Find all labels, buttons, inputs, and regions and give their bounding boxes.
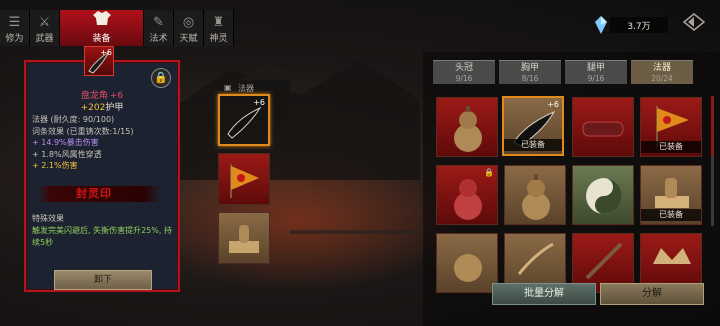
currency-display: 3.7万 [595, 16, 668, 34]
lock-icon: 🔒 [484, 168, 494, 177]
seal-banner: 封灵印 [38, 186, 162, 202]
tab-artifact[interactable]: 法器 20/24 [631, 60, 693, 84]
affix-damage: + 2.1%伤害 [32, 161, 78, 170]
inventory-slot[interactable]: 已装备 [640, 165, 702, 225]
taiji-icon [586, 178, 622, 214]
inventory-slot[interactable] [436, 97, 498, 157]
tab-legs[interactable]: 腿甲 9/16 [565, 60, 627, 84]
equipped-slot-horn[interactable]: +6 [218, 94, 270, 146]
inventory-scrollbar[interactable] [711, 96, 714, 226]
special-title: 特殊效果 [32, 214, 64, 223]
equipped-label: 已装备 [641, 141, 701, 153]
back-icon[interactable] [682, 12, 706, 32]
armor-value: +202护甲 [80, 103, 124, 113]
inventory-slot[interactable] [436, 233, 498, 293]
gauntlet-icon [582, 121, 624, 137]
detail-item-icon: +6 [84, 46, 114, 76]
top-nav: ☰ 修为 ⚔ 武器 装备 ✎ 法术 ◎ 天赋 ♜ 神灵 [0, 10, 234, 46]
gourd-icon [454, 254, 482, 282]
equipped-slot-banner[interactable] [218, 153, 270, 205]
affix-wind: + 1.8%风属性穿透 [32, 149, 102, 159]
equipped-label: 已装备 [641, 209, 701, 221]
affix-crit: + 14.9%暴击伤害 [32, 138, 99, 147]
tab-weapon[interactable]: ⚔ 武器 [30, 10, 60, 46]
statue-icon: ♜ [212, 15, 225, 30]
type-durability: 法器 (耐久度: 90/100) [32, 115, 115, 124]
inventory-slot[interactable]: 已装备 [640, 97, 702, 157]
inventory-slot[interactable]: +6 已装备 [502, 96, 564, 156]
tab-deity[interactable]: ♜ 神灵 [204, 10, 234, 46]
tab-chest[interactable]: 胸甲 8/16 [499, 60, 561, 84]
banner-icon [230, 164, 259, 198]
robe-icon [92, 10, 112, 31]
taiji-icon: ◎ [182, 15, 195, 30]
inventory-slot[interactable] [504, 165, 566, 225]
currency-amount: 3.7万 [610, 17, 668, 33]
reforge-line: 词条效果 (已重铸次数:1/15) [32, 126, 134, 136]
crystal-icon [595, 16, 607, 34]
inventory-slot[interactable] [572, 97, 634, 157]
equipped-label: 已装备 [504, 139, 562, 151]
equipped-slot-seal[interactable] [218, 212, 270, 264]
item-detail-panel: +6 🔒 盘龙角 +6 +202护甲 法器 (耐久度: 90/100) 词条效果 … [24, 46, 180, 292]
seal-icon [229, 225, 259, 253]
equipped-column-header: ▣ 法器 [224, 83, 254, 93]
decompose-button[interactable]: 分解 [600, 283, 704, 305]
tab-equipment[interactable]: 装备 [60, 10, 144, 46]
unequip-button[interactable]: 卸下 [54, 270, 152, 290]
tab-talent[interactable]: ◎ 天赋 [174, 10, 204, 46]
inventory-slot[interactable] [572, 165, 634, 225]
special-description: 触发完美闪避后, 失衡伤害提升25%, 持续5秒 [32, 226, 172, 247]
gourd-icon [522, 174, 550, 220]
inventory-slot[interactable]: 🔒 [436, 165, 498, 225]
gourd-icon [454, 106, 482, 152]
tab-helmet[interactable]: 头冠 9/16 [433, 60, 495, 84]
lock-icon[interactable]: 🔒 [151, 68, 171, 88]
tab-spell[interactable]: ✎ 法术 [144, 10, 174, 46]
item-stats: 法器 (耐久度: 90/100) 词条效果 (已重铸次数:1/15) + 14.… [32, 114, 172, 172]
category-tabs: 头冠 9/16 胸甲 8/16 腿甲 9/16 法器 20/24 [433, 60, 697, 84]
figure-icon: ☰ [8, 15, 21, 30]
magic-icon: ▣ [224, 83, 232, 92]
tab-cultivation[interactable]: ☰ 修为 [0, 10, 30, 46]
sword-icon: ⚔ [38, 15, 51, 30]
scroll-icon: ✎ [153, 15, 164, 30]
batch-decompose-button[interactable]: 批量分解 [492, 283, 596, 305]
